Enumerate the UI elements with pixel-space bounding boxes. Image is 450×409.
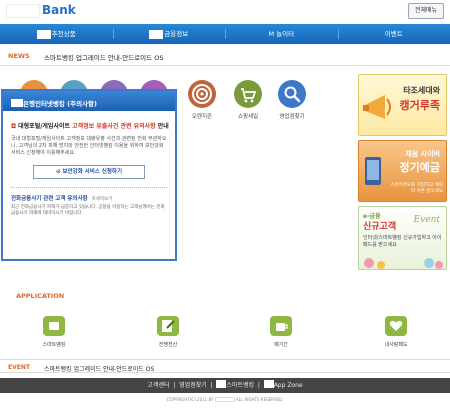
- application-label: APPLICATION: [16, 292, 65, 300]
- header: Bank 전체메뉴: [0, 0, 450, 24]
- heart-app-icon[interactable]: [385, 316, 407, 336]
- nav-financial-info[interactable]: 금융정보: [112, 24, 226, 44]
- more-link[interactable]: 자세히보기: [92, 197, 113, 202]
- fraud-section-heading: 전화금융사기 관련 고객 유의사항 자세히보기: [11, 194, 167, 202]
- banner-time-deposit[interactable]: 채움 사이버 정기예금 스마트폰으로 가입하고 캐릭터 쿠폰 받으세요: [358, 140, 447, 202]
- quick-label-find-branch: 영업점찾기: [279, 114, 305, 120]
- banner-event-word: Event: [413, 215, 440, 225]
- all-menu-button[interactable]: 전체메뉴: [408, 3, 444, 19]
- banner-sub: 인터넷/스마트뱅킹 신규가입하고 아이패드를 받으세요: [363, 235, 442, 248]
- footer-find-branch[interactable]: 영업점찾기: [179, 382, 207, 389]
- search-branch-icon[interactable]: [278, 80, 306, 108]
- alert-icon: ◘: [11, 123, 17, 130]
- event-label: EVENT: [8, 364, 30, 371]
- popup-title: ◘ 대형포털/게임사이트 고객정보 유출사건 관련 유의사항 안내: [11, 121, 175, 130]
- gift-icon: [364, 258, 443, 269]
- quick-label-orange-zone: 오렌지존: [191, 114, 213, 120]
- nav-m-playground[interactable]: M 놀이터: [225, 24, 338, 44]
- popup-fraud-section: 전화금융사기 관련 고객 유의사항 자세히보기 최근 전화금융사기 피해가 급증하…: [11, 187, 167, 217]
- nav-label: 금융정보: [164, 30, 189, 38]
- masked-text: [11, 99, 23, 107]
- masked-text: [214, 397, 235, 402]
- nav-label: M 놀이터: [268, 30, 295, 38]
- footer-app-zone[interactable]: App Zone: [274, 382, 303, 389]
- footer-nav: 고객센터 | 영업점찾기 | 스마트뱅킹 | App Zone: [0, 378, 450, 393]
- popup-header-text: 은행인터넷뱅킹 (주의사항): [23, 100, 97, 108]
- app-label-smart-banking: 스마트뱅킹: [42, 342, 66, 348]
- copyright-prefix: COPYRIGHT(C) 2011 BY: [166, 397, 214, 402]
- masked-text: [263, 380, 274, 388]
- popup-header: 은행인터넷뱅킹 (주의사항): [3, 91, 175, 111]
- copyright-suffix: ALL RIGHTS RESERVED.: [236, 397, 284, 402]
- cart-icon[interactable]: [234, 80, 262, 108]
- nav-recommended-products[interactable]: 추천상품: [0, 24, 113, 44]
- nav-label: 추천상품: [51, 30, 76, 38]
- nav-event[interactable]: 이벤트: [337, 24, 450, 44]
- footer-customer-center[interactable]: 고객센터: [147, 382, 169, 389]
- footer-smart-banking[interactable]: 스마트뱅킹: [226, 382, 254, 389]
- masked-text: [36, 29, 51, 39]
- news-label: NEWS: [8, 52, 30, 60]
- banner-line1: 타조세대와: [403, 86, 440, 95]
- popup-title-prefix: 대형포털/게임사이트: [18, 123, 71, 130]
- top-nav: 추천상품 금융정보 M 놀이터 이벤트: [0, 24, 450, 44]
- app-label-2: 전맹전산: [158, 342, 178, 348]
- app-label-4: 내사랑페도: [384, 342, 408, 348]
- smart-banking-app-icon[interactable]: [43, 316, 65, 336]
- button-label: 보안강화 서비스 신청하기: [62, 169, 123, 175]
- banner-line2: 신규고객: [363, 222, 397, 232]
- popup-title-highlight: 고객정보 유출사건 관련 유의사항: [72, 123, 156, 130]
- security-service-apply-button[interactable]: ⊙ 보안강화 서비스 신청하기: [33, 165, 145, 179]
- arrow-icon: ⊙: [55, 169, 61, 175]
- logo-mark[interactable]: [6, 4, 40, 18]
- copyright: COPYRIGHT(C) 2011 BY ALL RIGHTS RESERVED…: [0, 397, 450, 402]
- fraud-section-title: 전화금융사기 관련 고객 유의사항: [11, 196, 88, 202]
- banner-new-customer-event[interactable]: e-금융 신규고객 Event 인터넷/스마트뱅킹 신규가입하고 아이패드를 받…: [358, 206, 447, 270]
- notice-popup: 은행인터넷뱅킹 (주의사항) ◘ 대형포털/게임사이트 고객정보 유출사건 관련…: [1, 89, 177, 261]
- logo-text[interactable]: Bank: [42, 3, 76, 17]
- banner-line2: 캥거루족: [399, 99, 440, 112]
- target-icon[interactable]: [188, 80, 216, 108]
- nav-label: 이벤트: [384, 30, 403, 38]
- news-bar: NEWS 스마트뱅킹 업그레이드 안내-안드로이드 OS: [0, 44, 450, 66]
- popup-title-suffix: 안내: [157, 123, 169, 130]
- app-label-3: 폐기간: [274, 342, 288, 348]
- news-headline[interactable]: 스마트뱅킹 업그레이드 안내-안드로이드 OS: [44, 52, 163, 62]
- banner-sub: 스마트폰으로 가입하고 캐릭터 쿠폰 받으세요: [390, 183, 443, 194]
- banner-ostrich-kangaroo[interactable]: 타조세대와 캥거루족: [358, 74, 447, 136]
- banner-line2: 정기예금: [399, 161, 440, 174]
- edit-app-icon[interactable]: [157, 316, 179, 336]
- event-bar: EVENT 스마트뱅킹 업그레이드 안내-안드로이드 OS: [0, 359, 450, 373]
- quick-label-shopping: 쇼핑세일: [237, 114, 259, 120]
- popup-body: 국내 대형포털/게임사이트 고객정보 대량유출 사건과 관련된 전화 무관하오니…: [11, 136, 167, 156]
- fraud-section-body: 최근 전화금융사기 피해가 급증하고 있습니다. 공항을 이용하는 고객님께서는…: [11, 205, 165, 216]
- event-headline[interactable]: 스마트뱅킹 업그레이드 안내-안드로이드 OS: [44, 364, 154, 373]
- coffee-app-icon[interactable]: [270, 316, 292, 336]
- banner-line1: 채움 사이버: [405, 150, 440, 158]
- masked-text: [149, 29, 164, 39]
- masked-text: [216, 380, 227, 388]
